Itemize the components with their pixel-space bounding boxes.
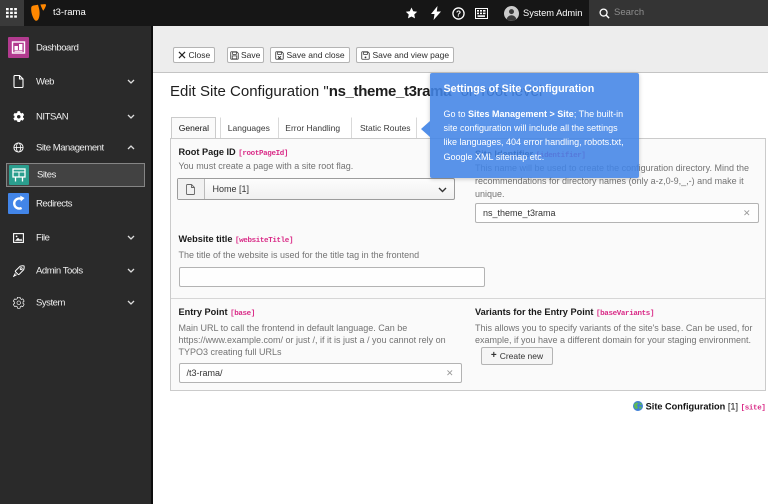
- svg-text:?: ?: [455, 8, 460, 18]
